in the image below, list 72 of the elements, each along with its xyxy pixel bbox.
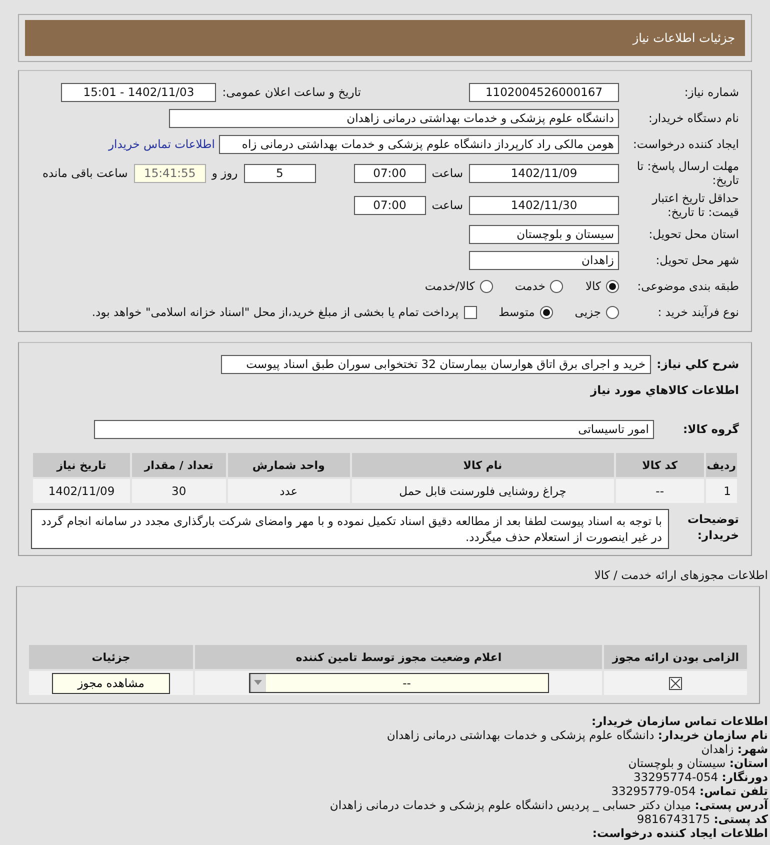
field-label: توضیحات خریدار: [686, 511, 739, 543]
checkbox[interactable] [464, 306, 477, 318]
contact-line: شهر: زاهدان [700, 742, 768, 756]
field-label: شماره نیاز: [683, 85, 739, 99]
radio-button[interactable] [606, 306, 619, 318]
field-label: تاریخ و ساعت اعلان عمومی: [222, 85, 361, 99]
days-field: 5 [244, 164, 316, 182]
table-cell: -- [616, 479, 704, 503]
column-header: اعلام وضعیت مجوز توسط تامین کننده [194, 645, 602, 669]
field-label: ایجاد کننده درخواست: [632, 137, 739, 151]
field-label: شرح کلي نياز: [656, 357, 739, 371]
contact-line: نام سازمان خریدار: دانشگاه علوم پزشکی و خدمات بهداشتی درمانی زاهدان [386, 728, 768, 742]
view-license-button[interactable]: مشاهده مجوز [52, 672, 170, 694]
radio-button[interactable] [550, 280, 564, 292]
radio-button[interactable] [606, 280, 619, 292]
contact-title: اطلاعات تماس سازمان خریدار: [590, 714, 768, 728]
need-number-field: 1102004526000167 [469, 82, 619, 102]
buyer-contact-link[interactable]: اطلاعات تماس خریدار [108, 137, 215, 151]
page-title: جزئیات اطلاعات نیاز [25, 20, 745, 56]
column-header: کد کالا [616, 453, 704, 477]
column-header: واحد شمارش [228, 453, 350, 477]
remaining-time-field: 15:41:55 [134, 164, 206, 182]
radio-button[interactable] [540, 306, 553, 318]
section-title: اطلاعات ایجاد کننده درخواست: [591, 826, 768, 840]
column-header: ردیف [706, 453, 737, 477]
column-header: تعداد / مقدار [132, 453, 226, 477]
validity-date-field: 1402/11/30 [469, 196, 619, 214]
section-title: اطلاعات مجوزهای ارائه خدمت / کالا [593, 568, 768, 582]
buyer-org-field: دانشگاه علوم پزشکی و خدمات بهداشتی درمانی زاهدان [169, 108, 619, 128]
city-field: زاهدان [469, 250, 619, 270]
option-label: پرداخت تمام یا بخشی از مبلغ خرید،از محل "اسناد خزانه اسلامی" خواهد بود. [92, 305, 459, 319]
field-label: شهر محل تحویل: [654, 253, 739, 267]
field-label: نوع فرآیند خرید : [656, 305, 739, 319]
contact-line: استان: سیستان و بلوچستان [627, 756, 768, 770]
need-summary-field: خرید و اجرای برق اتاق هوارسان بیمارستان 32 تختخوابی سوران طبق اسناد پیوست [220, 354, 651, 374]
province-field: سیستان و بلوچستان [469, 224, 619, 244]
validity-time-field: 07:00 [354, 196, 426, 214]
field-label: حداقل تاریخ اعتبار قیمت: تا تاریخ: [650, 191, 739, 219]
caret-icon [250, 674, 266, 692]
announce-date-field: 1402/11/03 - 15:01 [61, 82, 216, 102]
status-dropdown[interactable]: -- [248, 673, 549, 693]
table-cell: 30 [132, 479, 226, 503]
field-label: ساعت [432, 166, 463, 180]
table-cell: چراغ روشنایی فلورسنت قابل حمل [352, 479, 614, 503]
buyer-notes-field: با توجه به اسناد پیوست لطفا بعد از مطالعه دقیق اسناد تکمیل نموده و با مهر وامضای شرکت بارگذاری مجدد در سامانه انجام گردد در غیر اینصورت از استعلام حذف میگردد. [31, 509, 669, 549]
field-label: گروه کالا: [682, 422, 739, 436]
option-label: کالا [585, 279, 601, 293]
requester-field: هومن مالکی راد کارپرداز دانشگاه علوم پزشکی و خدمات بهداشتی درمانی زاه [219, 134, 619, 154]
field-label: روز و [212, 166, 238, 180]
table-cell: 1 [706, 479, 737, 503]
option-label: متوسط [498, 305, 535, 319]
contact-line: آدرس پستی: میدان دکتر حسابی _ پردیس دانشگاه علوم پزشکی و خدمات درمانی زاهدان [328, 798, 768, 812]
field-label: طبقه بندی موضوعی: [636, 279, 739, 293]
table-cell: عدد [228, 479, 350, 503]
deadline-date-field: 1402/11/09 [469, 164, 619, 182]
field-label: ساعت [432, 198, 463, 212]
field-label: استان محل تحویل: [648, 227, 739, 241]
radio-button[interactable] [480, 280, 493, 292]
field-label: نام دستگاه خریدار: [647, 111, 739, 125]
option-label: خدمت [514, 279, 546, 293]
field-label: مهلت ارسال پاسخ: تا تاریخ: [636, 159, 739, 187]
field-label: ساعت باقی مانده [42, 166, 128, 180]
column-header: جزئیات [29, 645, 193, 669]
section-title: اطلاعات کالاهاي مورد نياز [590, 383, 739, 397]
column-header: نام کالا [352, 453, 614, 477]
goods-group-field: امور تاسیساتی [94, 420, 654, 438]
deadline-time-field: 07:00 [354, 164, 426, 182]
column-header: تاریخ نیاز [33, 453, 130, 477]
column-header: الزامی بودن ارائه مجوز [604, 645, 747, 669]
option-label: جزیی [574, 305, 601, 319]
table-cell: 1402/11/09 [33, 479, 130, 503]
option-label: کالا/خدمت [424, 279, 475, 293]
